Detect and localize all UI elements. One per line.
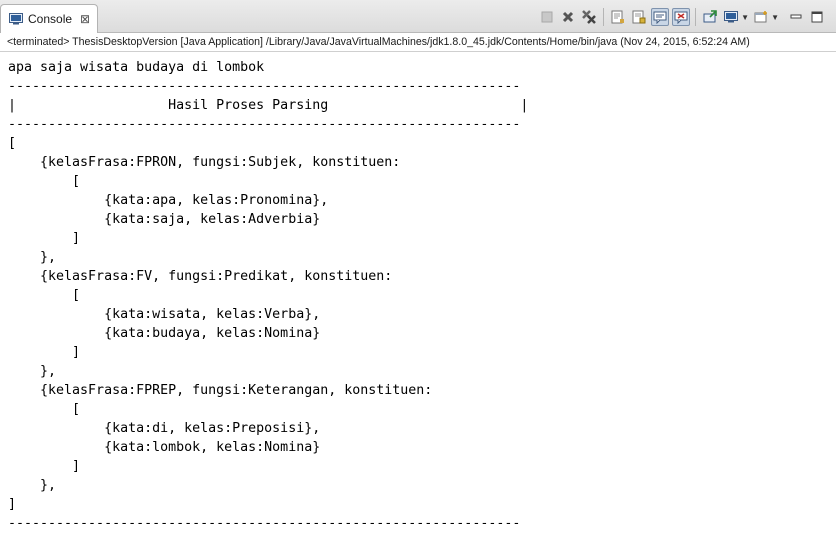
console-line: | Hasil Proses Parsing | <box>8 98 529 113</box>
console-line: ] <box>8 459 81 474</box>
open-console-icon[interactable] <box>752 8 770 26</box>
toolbar-separator <box>695 8 697 26</box>
minimize-icon[interactable] <box>787 8 805 26</box>
console-line: ----------------------------------------… <box>8 79 521 94</box>
view-tab-bar: Console ⊠ ▼ ▼ <box>0 0 836 33</box>
console-line: ----------------------------------------… <box>8 117 521 132</box>
tab-console[interactable]: Console ⊠ <box>0 4 98 33</box>
console-line: ] <box>8 231 81 246</box>
console-line: [ <box>8 402 81 417</box>
console-line: }, <box>8 478 57 493</box>
close-icon[interactable]: ⊠ <box>80 13 90 25</box>
process-status-label: <terminated> ThesisDesktopVersion [Java … <box>0 36 836 52</box>
console-toolbar: ▼ ▼ <box>535 8 826 26</box>
console-scrollbar[interactable] <box>828 53 836 535</box>
clear-console-icon[interactable] <box>609 8 627 26</box>
console-line: {kata:di, kelas:Preposisi}, <box>8 421 321 436</box>
tab-console-label: Console <box>28 12 73 26</box>
console-line: {kata:saja, kelas:Adverbia} <box>8 212 321 227</box>
console-line: }, <box>8 364 57 379</box>
console-line: [ <box>8 174 81 189</box>
console-line: {kelasFrasa:FPREP, fungsi:Keterangan, ko… <box>8 383 433 398</box>
console-line: {kata:lombok, kelas:Nomina} <box>8 440 321 455</box>
console-icon <box>9 13 23 25</box>
console-line: ] <box>8 345 81 360</box>
console-line: {kata:apa, kelas:Pronomina}, <box>8 193 329 208</box>
console-output[interactable]: apa saja wisata budaya di lombok -------… <box>8 58 528 533</box>
scroll-lock-icon[interactable] <box>630 8 648 26</box>
console-line: {kata:budaya, kelas:Nomina} <box>8 326 321 341</box>
maximize-icon[interactable] <box>808 8 826 26</box>
remove-launch-icon[interactable] <box>559 8 577 26</box>
console-line: {kelasFrasa:FV, fungsi:Predikat, konstit… <box>8 269 393 284</box>
display-selected-console-icon[interactable] <box>722 8 740 26</box>
console-view: Console ⊠ ▼ ▼ <terminated> ThesisDesktop… <box>0 0 836 535</box>
show-on-stdout-icon[interactable] <box>651 8 670 26</box>
toolbar-separator <box>603 8 605 26</box>
show-on-stderr-icon[interactable] <box>672 8 691 26</box>
pin-console-icon[interactable] <box>701 8 719 26</box>
console-line: ----------------------------------------… <box>8 516 521 531</box>
console-line: {kelasFrasa:FPRON, fungsi:Subjek, konsti… <box>8 155 401 170</box>
console-line: }, <box>8 250 57 265</box>
console-line: {kata:wisata, kelas:Verba}, <box>8 307 321 322</box>
remove-all-terminated-icon[interactable] <box>580 8 598 26</box>
console-line: ] <box>8 497 17 512</box>
console-line: [ <box>8 136 17 151</box>
chevron-down-icon[interactable]: ▼ <box>771 13 779 22</box>
chevron-down-icon[interactable]: ▼ <box>741 13 749 22</box>
console-line: [ <box>8 288 81 303</box>
console-line: apa saja wisata budaya di lombok <box>8 60 265 75</box>
terminate-icon[interactable] <box>538 8 556 26</box>
